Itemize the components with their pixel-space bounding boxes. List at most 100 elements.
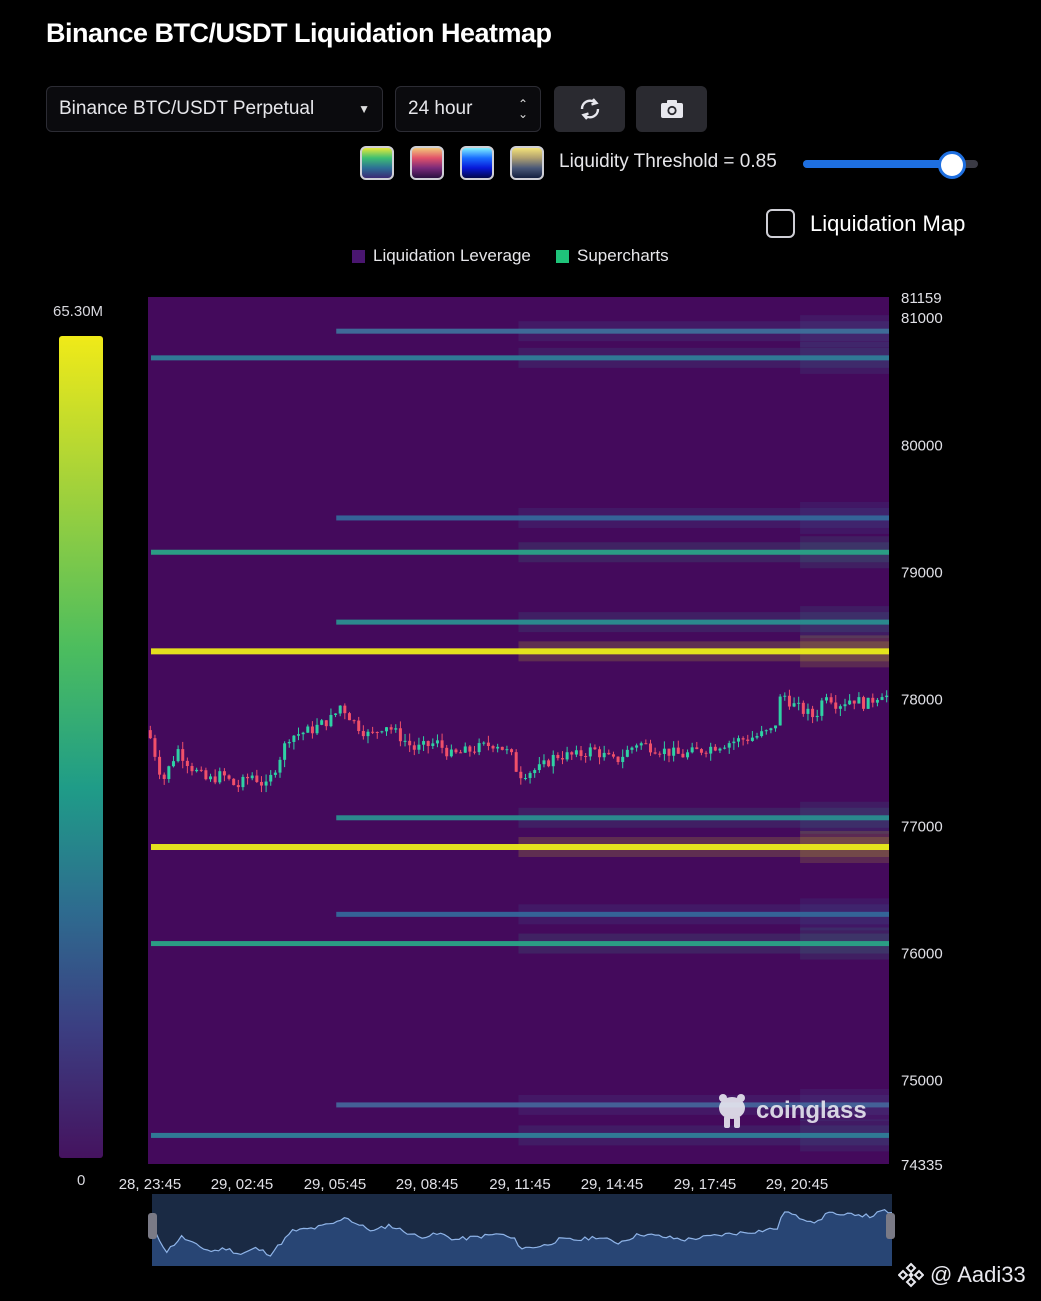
y-tick-label: 81000	[901, 310, 943, 327]
liquidation-band-halo	[800, 927, 889, 960]
candle-body	[834, 702, 838, 709]
candle-body	[468, 746, 472, 752]
candle-body	[686, 752, 690, 758]
navigator-handle-left[interactable]	[148, 1213, 157, 1239]
candle-body	[278, 759, 282, 773]
candle-body	[787, 695, 791, 707]
candle-body	[380, 731, 384, 733]
candle-body	[454, 749, 458, 753]
candle-body	[806, 708, 810, 714]
candle-body	[718, 748, 722, 751]
candle-body	[533, 770, 537, 774]
candle-body	[746, 739, 750, 741]
candle-body	[537, 764, 541, 771]
candle-body	[250, 775, 254, 779]
candle-body	[672, 747, 676, 756]
candle-body	[264, 781, 268, 786]
candle-body	[598, 749, 602, 758]
candle-body	[727, 743, 731, 748]
candle-body	[523, 777, 527, 779]
candle-body	[292, 735, 296, 742]
candle-body	[357, 720, 361, 732]
candle-body	[866, 697, 870, 709]
candle-body	[695, 747, 699, 750]
candle-body	[648, 743, 652, 753]
x-tick-label: 29, 20:45	[766, 1176, 829, 1193]
candle-body	[477, 743, 481, 753]
candle-body	[306, 726, 310, 733]
candle-body	[704, 752, 708, 754]
candle-body	[607, 752, 611, 755]
candle-body	[778, 696, 782, 726]
x-tick-label: 29, 17:45	[674, 1176, 737, 1193]
liquidation-band-halo	[800, 501, 889, 534]
candle-body	[287, 741, 291, 744]
candle-body	[709, 746, 713, 754]
candle-body	[750, 737, 754, 741]
candle-body	[366, 731, 370, 737]
candle-body	[209, 776, 213, 780]
candle-body	[528, 773, 532, 778]
candle-body	[403, 740, 407, 742]
y-tick-label: 81159	[901, 290, 942, 307]
candle-body	[222, 771, 226, 776]
candle-body	[218, 771, 222, 783]
candle-body	[857, 697, 861, 704]
candle-body	[760, 731, 764, 737]
candle-body	[764, 730, 768, 732]
candle-body	[616, 756, 620, 763]
candle-body	[625, 749, 629, 757]
candle-body	[185, 760, 189, 767]
candle-body	[236, 785, 240, 788]
candle-body	[848, 700, 852, 705]
candle-body	[644, 743, 648, 745]
candle-body	[542, 760, 546, 765]
binance-logo-icon	[898, 1262, 924, 1288]
candle-body	[310, 726, 314, 734]
candle-body	[352, 720, 356, 722]
candle-body	[171, 761, 175, 767]
candle-body	[486, 742, 490, 747]
candle-body	[449, 749, 453, 757]
y-tick-label: 74335	[901, 1157, 943, 1174]
heatmap-chart[interactable]: 81159 81000 80000 79000 78000 77000 76000 75000…	[0, 0, 1041, 1301]
credit: @ Aadi33	[898, 1262, 1026, 1288]
candle-body	[343, 705, 347, 714]
y-tick-label: 79000	[901, 564, 943, 581]
candle-body	[394, 728, 398, 730]
candle-body	[820, 700, 824, 716]
candle-body	[732, 741, 736, 744]
candle-body	[204, 770, 208, 780]
candle-body	[338, 705, 342, 714]
candle-body	[871, 697, 875, 703]
candle-body	[570, 752, 574, 755]
liquidation-band-halo	[800, 341, 889, 374]
candle-body	[658, 753, 662, 755]
candle-body	[774, 725, 778, 729]
candle-body	[514, 752, 518, 772]
candle-body	[676, 747, 680, 754]
candle-body	[510, 749, 514, 753]
liquidation-band-halo	[800, 898, 889, 931]
candle-body	[736, 738, 740, 742]
candle-body	[398, 728, 402, 742]
candle-body	[681, 753, 685, 758]
candle-body	[153, 738, 157, 757]
candle-body	[320, 720, 324, 725]
candle-body	[246, 776, 250, 779]
candle-body	[176, 749, 180, 762]
candle-body	[690, 747, 694, 753]
candle-body	[611, 754, 615, 757]
candle-body	[199, 769, 203, 771]
x-tick-label: 29, 14:45	[581, 1176, 644, 1193]
candle-body	[574, 750, 578, 755]
x-tick-label: 29, 08:45	[396, 1176, 459, 1193]
candle-body	[667, 748, 671, 756]
candle-body	[473, 751, 477, 753]
candle-body	[445, 747, 449, 757]
candle-body	[181, 749, 185, 761]
navigator-handle-right[interactable]	[886, 1213, 895, 1239]
candle-body	[241, 776, 245, 788]
candle-body	[829, 697, 833, 703]
candle-body	[361, 731, 365, 737]
